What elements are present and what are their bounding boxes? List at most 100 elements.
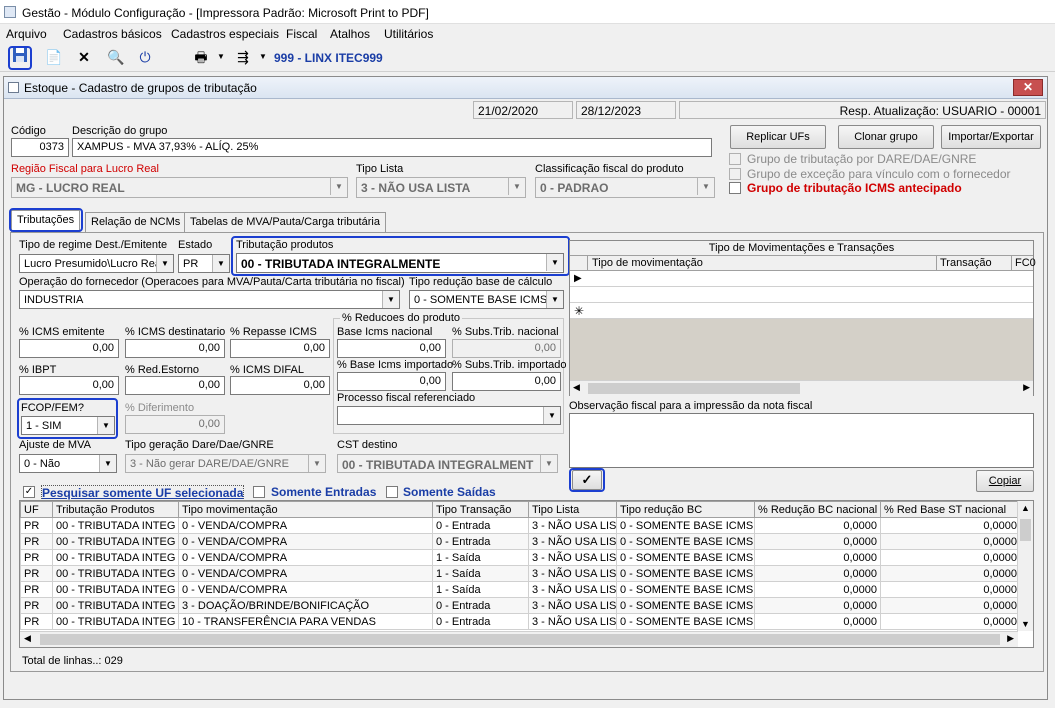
table-cell[interactable]: 00 - TRIBUTADA INTEG [52, 533, 179, 550]
table-cell[interactable]: 0 - SOMENTE BASE ICMS [616, 533, 755, 550]
table-cell[interactable]: 3 - NÃO USA LIS [528, 565, 617, 582]
menu-arquivo[interactable]: Arquivo [6, 27, 47, 41]
base-imp-field[interactable]: 0,00 [337, 372, 446, 391]
print-dropdown-icon[interactable]: ▼ [210, 47, 232, 69]
icms-difal-field[interactable]: 0,00 [230, 376, 330, 395]
copiar-button[interactable]: Copiar [976, 470, 1034, 492]
table-cell[interactable]: 0,0000 [880, 533, 1021, 550]
table-cell[interactable]: 0 - VENDA/COMPRA [178, 549, 433, 566]
tipo-reducao-select[interactable]: 0 - SOMENTE BASE ICMS ▼ [409, 290, 564, 309]
table-cell[interactable]: PR [20, 565, 53, 582]
table-cell[interactable]: 0 - SOMENTE BASE ICMS [616, 613, 755, 630]
col-reducao-bc[interactable]: % Redução BC nacional [754, 501, 881, 518]
table-cell[interactable]: 00 - TRIBUTADA INTEG [52, 581, 179, 598]
movimentacoes-row[interactable] [570, 287, 1033, 303]
table-row[interactable]: PR 00 - TRIBUTADA INTEG 0 - VENDA/COMPRA 0 … [20, 533, 1021, 550]
new-document-icon[interactable]: 📄 [43, 47, 65, 69]
export-icon[interactable]: ⇶ [232, 47, 254, 69]
table-cell[interactable]: 0 - SOMENTE BASE ICMS [616, 581, 755, 598]
table-cell[interactable]: 1 - Saída [432, 549, 529, 566]
table-cell[interactable]: 0,0000 [880, 597, 1021, 614]
table-row[interactable]: PR 00 - TRIBUTADA INTEG 0 - VENDA/COMPRA 0 … [20, 517, 1021, 534]
table-row[interactable]: PR 00 - TRIBUTADA INTEG 10 - TRANSFERÊNCIA… [20, 613, 1021, 630]
table-cell[interactable]: 3 - NÃO USA LIS [528, 517, 617, 534]
table-cell[interactable]: 3 - NÃO USA LIS [528, 549, 617, 566]
table-vscroll[interactable]: ▲ ▼ [1017, 501, 1033, 631]
export-dropdown-icon[interactable]: ▼ [252, 47, 274, 69]
col-tipo-movimentacao[interactable]: Tipo movimentação [178, 501, 433, 518]
table-cell[interactable]: 0 - SOMENTE BASE ICMS [616, 517, 755, 534]
table-row[interactable]: PR 00 - TRIBUTADA INTEG 0 - VENDA/COMPRA 1 … [20, 549, 1021, 566]
replicar-ufs-button[interactable]: Replicar UFs [730, 125, 826, 149]
table-cell[interactable]: 0,0000 [754, 597, 881, 614]
table-cell[interactable]: 3 - NÃO USA LIS [528, 581, 617, 598]
table-cell[interactable]: 0 - SOMENTE BASE ICMS [616, 597, 755, 614]
movimentacoes-new-row[interactable]: ✳ [570, 303, 1033, 319]
table-cell[interactable]: 0 - VENDA/COMPRA [178, 581, 433, 598]
movimentacoes-hscroll[interactable]: ◀ ▶ [570, 380, 1033, 396]
base-nac-field[interactable]: 0,00 [337, 339, 446, 358]
table-cell[interactable]: PR [20, 517, 53, 534]
somente-entradas-checkbox[interactable] [253, 486, 265, 498]
table-cell[interactable]: 3 - NÃO USA LIS [528, 613, 617, 630]
descricao-field[interactable]: XAMPUS - MVA 37,93% - ALÍQ. 25% [72, 138, 712, 157]
delete-icon[interactable]: ✕ [73, 47, 95, 69]
menu-cadastros-basicos[interactable]: Cadastros básicos [63, 27, 162, 41]
table-cell[interactable]: 0 - SOMENTE BASE ICMS [616, 565, 755, 582]
table-row[interactable]: PR 00 - TRIBUTADA INTEG 0 - VENDA/COMPRA 1 … [20, 581, 1021, 598]
col-tipo-reducao[interactable]: Tipo redução BC [616, 501, 755, 518]
table-cell[interactable]: 0,0000 [754, 533, 881, 550]
table-cell[interactable]: 0,0000 [880, 549, 1021, 566]
table-cell[interactable]: 0 - VENDA/COMPRA [178, 565, 433, 582]
icms-dest-field[interactable]: 0,00 [125, 339, 225, 358]
table-cell[interactable]: 0,0000 [880, 565, 1021, 582]
table-cell[interactable]: PR [20, 613, 53, 630]
menu-utilitarios[interactable]: Utilitários [384, 27, 433, 41]
table-cell[interactable]: 0,0000 [754, 549, 881, 566]
col-tipo-transacao[interactable]: Tipo Transação [432, 501, 529, 518]
regime-select[interactable]: Lucro Presumido\Lucro Rea ▼ [19, 254, 174, 273]
obs-textarea[interactable] [569, 413, 1034, 468]
subs-nac-field[interactable]: 0,00 [452, 339, 561, 358]
col-tipo-lista[interactable]: Tipo Lista [528, 501, 617, 518]
table-cell[interactable]: 0,0000 [880, 581, 1021, 598]
table-cell[interactable]: 0 - Entrada [432, 533, 529, 550]
table-cell[interactable]: PR [20, 549, 53, 566]
tab-relacao-ncms[interactable]: Relação de NCMs [85, 212, 187, 232]
table-cell[interactable]: PR [20, 533, 53, 550]
movimentacoes-row[interactable]: ▶ [570, 271, 1033, 287]
table-cell[interactable]: 00 - TRIBUTADA INTEG [52, 597, 179, 614]
table-row[interactable]: PR 00 - TRIBUTADA INTEG 3 - DOAÇÃO/BRINDE/… [20, 597, 1021, 614]
icms-emitente-field[interactable]: 0,00 [19, 339, 119, 358]
col-tributacao[interactable]: Tributação Produtos [52, 501, 179, 518]
menu-atalhos[interactable]: Atalhos [330, 27, 370, 41]
table-cell[interactable]: 0 - Entrada [432, 613, 529, 630]
importar-exportar-button[interactable]: Importar/Exportar [941, 125, 1041, 149]
col-uf[interactable]: UF [20, 501, 53, 518]
red-estorno-field[interactable]: 0,00 [125, 376, 225, 395]
excecao-checkbox[interactable] [729, 168, 741, 180]
table-cell[interactable]: 00 - TRIBUTADA INTEG [52, 613, 179, 630]
table-cell[interactable]: 00 - TRIBUTADA INTEG [52, 549, 179, 566]
regiao-select[interactable]: MG - LUCRO REAL ▼ [11, 177, 348, 198]
table-cell[interactable]: 3 - NÃO USA LIS [528, 597, 617, 614]
table-cell[interactable]: 0,0000 [754, 581, 881, 598]
table-cell[interactable]: 0 - Entrada [432, 597, 529, 614]
table-cell[interactable]: 00 - TRIBUTADA INTEG [52, 517, 179, 534]
processo-select[interactable]: ▼ [337, 406, 561, 425]
table-cell[interactable]: 0 - Entrada [432, 517, 529, 534]
table-cell[interactable]: 1 - Saída [432, 581, 529, 598]
col-red-base-st[interactable]: % Red Base ST nacional [880, 501, 1021, 518]
table-cell[interactable]: 0 - VENDA/COMPRA [178, 517, 433, 534]
table-cell[interactable]: 0 - SOMENTE BASE ICMS [616, 549, 755, 566]
icms-antecipado-checkbox[interactable] [729, 182, 741, 194]
table-hscroll[interactable]: ◀ ▶ [20, 631, 1018, 647]
ibpt-field[interactable]: 0,00 [19, 376, 119, 395]
table-cell[interactable]: 0,0000 [880, 517, 1021, 534]
close-button[interactable]: ✕ [1013, 79, 1043, 96]
table-row[interactable]: PR 00 - TRIBUTADA INTEG 0 - VENDA/COMPRA 1 … [20, 565, 1021, 582]
table-cell[interactable]: 1 - Saída [432, 565, 529, 582]
pesquisar-uf-checkbox[interactable]: ✓ [23, 486, 35, 498]
table-cell[interactable]: 0,0000 [754, 613, 881, 630]
table-cell[interactable]: 0 - VENDA/COMPRA [178, 533, 433, 550]
